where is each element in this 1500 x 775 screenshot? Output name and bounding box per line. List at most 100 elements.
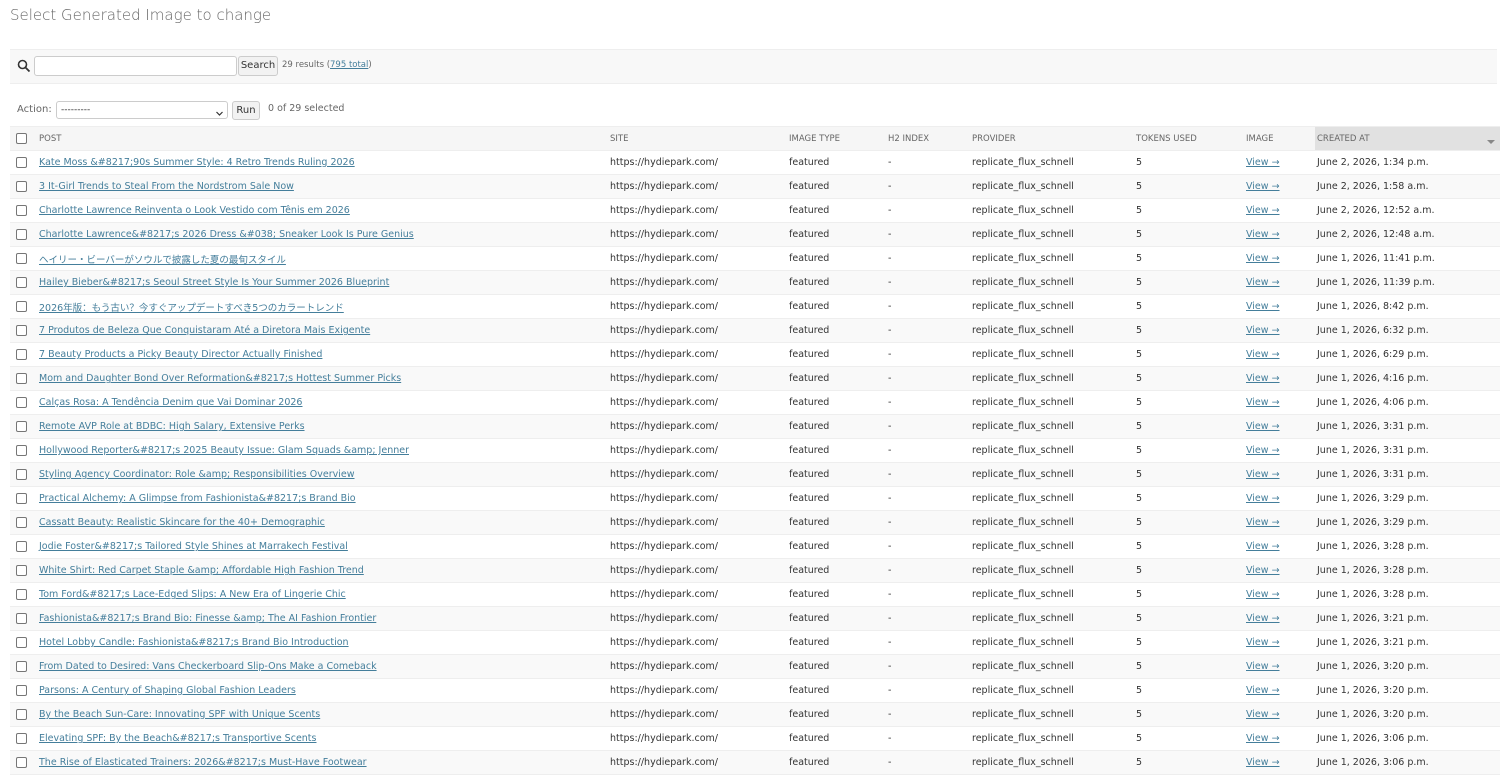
post-link[interactable]: Elevating SPF: By the Beach&#8217;s Tran… [39,733,316,744]
view-image-link[interactable]: View → [1246,661,1280,672]
view-image-link[interactable]: View → [1246,397,1280,408]
post-link[interactable]: From Dated to Desired: Vans Checkerboard… [39,661,377,672]
column-header-post[interactable]: POST [37,126,608,151]
provider-cell: replicate_flux_schnell [970,606,1134,631]
post-link[interactable]: 3 It-Girl Trends to Steal From the Nords… [39,181,294,192]
view-image-link[interactable]: View → [1246,349,1280,360]
row-checkbox[interactable] [16,733,27,744]
row-checkbox[interactable] [16,661,27,672]
post-link[interactable]: Styling Agency Coordinator: Role &amp; R… [39,469,355,480]
sort-desc-icon[interactable] [1487,138,1495,144]
post-link[interactable]: White Shirt: Red Carpet Staple &amp; Aff… [39,565,364,576]
row-checkbox[interactable] [16,709,27,720]
column-header-created-at[interactable]: CREATED AT [1315,126,1500,151]
view-image-link[interactable]: View → [1246,157,1280,168]
post-link[interactable]: ヘイリー・ビーバーがソウルで披露した夏の最旬スタイル [39,255,286,266]
run-button[interactable]: Run [232,101,260,120]
row-checkbox[interactable] [16,493,27,504]
post-link[interactable]: Hollywood Reporter&#8217;s 2025 Beauty I… [39,445,409,456]
table-row: Practical Alchemy: A Glimpse from Fashio… [10,486,1500,511]
row-checkbox[interactable] [16,421,27,432]
row-select-cell [10,390,37,415]
view-image-link[interactable]: View → [1246,565,1280,576]
row-checkbox[interactable] [16,157,27,168]
row-checkbox[interactable] [16,205,27,216]
view-image-link[interactable]: View → [1246,229,1280,240]
post-link[interactable]: Kate Moss &#8217;90s Summer Style: 4 Ret… [39,157,355,168]
view-image-link[interactable]: View → [1246,205,1280,216]
row-checkbox[interactable] [16,253,27,264]
view-image-link[interactable]: View → [1246,757,1280,768]
row-checkbox[interactable] [16,229,27,240]
post-link[interactable]: 7 Produtos de Beleza Que Conquistaram At… [39,325,370,336]
post-link[interactable]: Calças Rosa: A Tendência Denim que Vai D… [39,397,302,408]
site-cell: https://hydiepark.com/ [608,558,787,583]
select-all-checkbox[interactable] [16,133,27,144]
post-link[interactable]: Hailey Bieber&#8217;s Seoul Street Style… [39,277,389,288]
row-checkbox[interactable] [16,301,27,312]
post-link[interactable]: 7 Beauty Products a Picky Beauty Directo… [39,349,322,360]
post-link[interactable]: Charlotte Lawrence Reinventa o Look Vest… [39,205,350,216]
post-link[interactable]: Fashionista&#8217;s Brand Bio: Finesse &… [39,613,376,624]
row-checkbox[interactable] [16,565,27,576]
view-image-link[interactable]: View → [1246,421,1280,432]
search-button[interactable]: Search [238,56,278,76]
show-all-link[interactable]: 795 total [330,60,368,70]
view-image-link[interactable]: View → [1246,733,1280,744]
view-image-link[interactable]: View → [1246,685,1280,696]
row-select-cell [10,582,37,607]
view-image-link[interactable]: View → [1246,181,1280,192]
view-image-link[interactable]: View → [1246,373,1280,384]
row-checkbox[interactable] [16,325,27,336]
tokens-used-cell: 5 [1134,630,1244,655]
row-checkbox[interactable] [16,541,27,552]
row-checkbox[interactable] [16,589,27,600]
post-link[interactable]: By the Beach Sun-Care: Innovating SPF wi… [39,709,320,720]
row-checkbox[interactable] [16,373,27,384]
provider-cell: replicate_flux_schnell [970,558,1134,583]
row-checkbox[interactable] [16,349,27,360]
column-header-provider[interactable]: PROVIDER [970,126,1134,151]
post-link[interactable]: Cassatt Beauty: Realistic Skincare for t… [39,517,325,528]
row-checkbox[interactable] [16,277,27,288]
column-header-image[interactable]: IMAGE [1244,126,1315,151]
view-image-link[interactable]: View → [1246,541,1280,552]
row-checkbox[interactable] [16,181,27,192]
row-checkbox[interactable] [16,517,27,528]
post-link[interactable]: Charlotte Lawrence&#8217;s 2026 Dress &#… [39,229,414,240]
post-link[interactable]: 2026年版：もう古い？今すぐアップデートすべき5つのカラートレンド [39,303,344,314]
view-image-link[interactable]: View → [1246,277,1280,288]
view-image-link[interactable]: View → [1246,301,1280,312]
post-link[interactable]: Practical Alchemy: A Glimpse from Fashio… [39,493,356,504]
row-checkbox[interactable] [16,445,27,456]
post-link[interactable]: Tom Ford&#8217;s Lace-Edged Slips: A New… [39,589,346,600]
row-checkbox[interactable] [16,685,27,696]
post-link[interactable]: Mom and Daughter Bond Over Reformation&#… [39,373,401,384]
column-header-image-type[interactable]: IMAGE TYPE [787,126,886,151]
row-checkbox[interactable] [16,397,27,408]
row-checkbox[interactable] [16,469,27,480]
view-image-link[interactable]: View → [1246,325,1280,336]
column-header-h2-index[interactable]: H2 INDEX [886,126,970,151]
view-image-link[interactable]: View → [1246,613,1280,624]
view-image-link[interactable]: View → [1246,517,1280,528]
view-image-link[interactable]: View → [1246,637,1280,648]
row-checkbox[interactable] [16,613,27,624]
column-header-site[interactable]: SITE [608,126,787,151]
action-select[interactable]: --------- [56,101,228,119]
column-header-tokens-used[interactable]: TOKENS USED [1134,126,1244,151]
search-input[interactable] [34,56,237,76]
view-image-link[interactable]: View → [1246,709,1280,720]
view-image-link[interactable]: View → [1246,253,1280,264]
row-checkbox[interactable] [16,637,27,648]
post-link[interactable]: Parsons: A Century of Shaping Global Fas… [39,685,296,696]
post-link[interactable]: Hotel Lobby Candle: Fashionista&#8217;s … [39,637,349,648]
view-image-link[interactable]: View → [1246,469,1280,480]
view-image-link[interactable]: View → [1246,445,1280,456]
post-link[interactable]: Jodie Foster&#8217;s Tailored Style Shin… [39,541,348,552]
post-link[interactable]: Remote AVP Role at BDBC: High Salary, Ex… [39,421,305,432]
view-image-link[interactable]: View → [1246,589,1280,600]
view-image-link[interactable]: View → [1246,493,1280,504]
post-link[interactable]: The Rise of Elasticated Trainers: 2026&#… [39,757,367,768]
row-checkbox[interactable] [16,757,27,768]
